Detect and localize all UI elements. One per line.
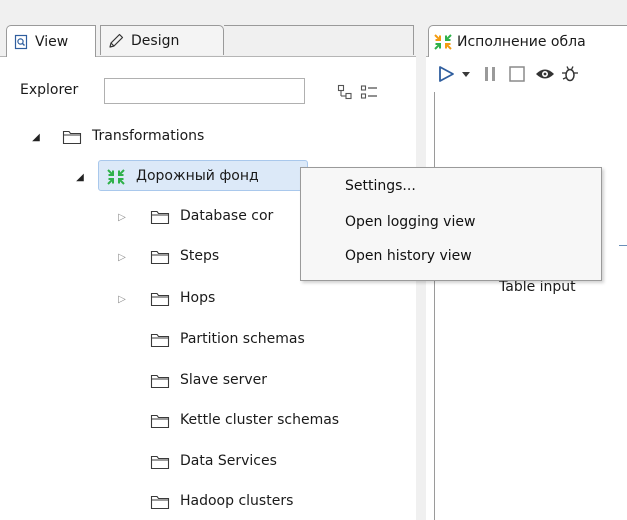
tree-item-transformations[interactable]: ◢ Transformations — [0, 120, 416, 154]
folder-icon — [150, 413, 170, 433]
folder-icon — [150, 291, 170, 311]
tree-item-label: Transformations — [92, 128, 205, 144]
top-strip — [0, 0, 627, 22]
tree-item-label: Дорожный фонд — [136, 168, 259, 184]
folder-icon — [150, 209, 170, 229]
expand-tree-icon[interactable] — [336, 83, 354, 101]
tree-item-partition-schemas[interactable]: Partition schemas — [0, 323, 416, 357]
folder-icon — [150, 494, 170, 514]
explorer-toolbar: Explorer — [0, 74, 416, 110]
tree-item-hops[interactable]: ▷ Hops — [0, 282, 416, 316]
menu-item-settings[interactable]: Settings... — [345, 178, 416, 202]
tree-item-label: Hadoop clusters — [180, 493, 294, 509]
tree-item-label: Partition schemas — [180, 331, 305, 347]
explorer-label: Explorer — [20, 82, 79, 98]
tab-transformation-label: Исполнение обла — [457, 33, 586, 50]
tab-strip-fill — [224, 25, 414, 55]
tab-view[interactable]: View — [6, 25, 96, 57]
folder-icon — [150, 454, 170, 474]
collapsed-arrow-icon[interactable]: ▷ — [116, 250, 128, 264]
editor-toolbar — [426, 57, 627, 91]
collapsed-arrow-icon[interactable]: ▷ — [116, 292, 128, 306]
list-view-icon[interactable] — [360, 83, 378, 101]
context-menu: Settings... Open logging view Open histo… — [300, 167, 602, 281]
editor-tabs: Исполнение обла — [426, 22, 627, 57]
explorer-search-input[interactable] — [104, 78, 305, 104]
run-icon[interactable] — [436, 64, 456, 84]
tree-item-kettle-cluster-schemas[interactable]: Kettle cluster schemas — [0, 404, 416, 438]
hop-line — [619, 245, 627, 246]
expanded-arrow-icon[interactable]: ◢ — [74, 170, 86, 184]
dropdown-icon[interactable] — [460, 64, 472, 84]
tree-item-label: Slave server — [180, 372, 268, 388]
view-icon — [13, 34, 29, 50]
pause-icon[interactable] — [482, 64, 498, 84]
tree-item-label: Database cor — [180, 208, 274, 224]
panel-tabs: View Design — [0, 22, 416, 57]
tree-item-hadoop-clusters[interactable]: Hadoop clusters — [0, 485, 416, 519]
tab-transformation[interactable]: Исполнение обла — [428, 25, 627, 57]
folder-icon — [150, 249, 170, 269]
expanded-arrow-icon[interactable]: ◢ — [30, 130, 42, 144]
stop-icon[interactable] — [508, 64, 526, 84]
menu-item-open-logging-view[interactable]: Open logging view — [345, 214, 475, 238]
tree-item-label: Steps — [180, 248, 220, 264]
transformation-canvas[interactable]: Table input — [434, 92, 627, 520]
folder-icon — [62, 129, 82, 149]
tree-item-label: Hops — [180, 290, 216, 306]
folder-icon — [150, 332, 170, 352]
folder-icon — [150, 373, 170, 393]
tab-design-label: Design — [131, 32, 180, 49]
pencil-icon — [107, 32, 125, 50]
transformation-icon — [106, 168, 126, 190]
tab-design[interactable]: Design — [100, 25, 224, 55]
tree-item-slave-server[interactable]: Slave server — [0, 364, 416, 398]
menu-item-open-history-view[interactable]: Open history view — [345, 248, 472, 272]
tab-view-label: View — [35, 33, 69, 50]
preview-icon[interactable] — [534, 64, 556, 84]
tree-item-label: Kettle cluster schemas — [180, 412, 340, 428]
tree-item-label: Data Services — [180, 453, 277, 469]
step-label: Table input — [499, 279, 576, 295]
collapsed-arrow-icon[interactable]: ▷ — [116, 210, 128, 224]
transformation-tab-icon — [433, 33, 453, 51]
debug-icon[interactable] — [560, 64, 580, 84]
tree-item-data-services[interactable]: Data Services — [0, 445, 416, 479]
